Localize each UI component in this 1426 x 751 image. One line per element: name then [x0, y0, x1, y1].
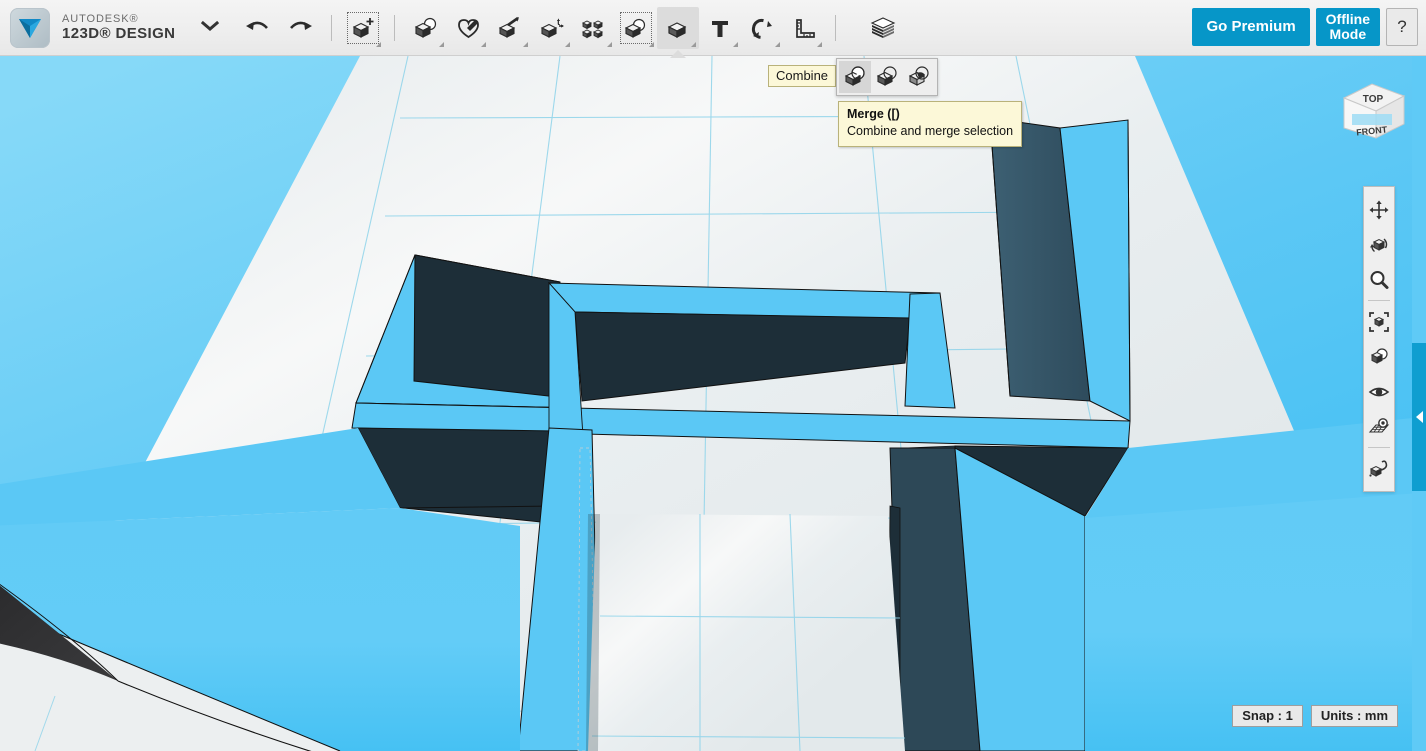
- collapse-left-triangle-icon: [1415, 411, 1423, 423]
- orbit-rotate-icon[interactable]: [1364, 227, 1394, 262]
- right-panel-collapse-handle[interactable]: [1412, 343, 1426, 491]
- combine-group-label: Combine: [768, 65, 837, 87]
- main-tool-group: t: [237, 6, 904, 49]
- viewcube[interactable]: TOP FRONT: [1332, 76, 1412, 152]
- undo-arrow-icon[interactable]: [237, 7, 279, 49]
- toolbar-divider: [1368, 300, 1390, 301]
- toolbar-separator: [331, 14, 333, 41]
- fit-to-view-icon[interactable]: [1364, 304, 1394, 339]
- go-premium-button[interactable]: Go Premium: [1192, 8, 1310, 46]
- pattern-grid-icon[interactable]: [573, 7, 615, 49]
- viewport-3d[interactable]: [0, 56, 1426, 751]
- viewcube-front-label: FRONT: [1356, 124, 1388, 137]
- transform-move-cube-icon[interactable]: [342, 7, 384, 49]
- boolean-subtract-icon[interactable]: [871, 61, 903, 93]
- flyout-arrow-icon: [733, 41, 739, 47]
- flyout-arrow-icon: [691, 41, 697, 47]
- top-toolbar: AUTODESK® 123D® DESIGN t Go Premium Offl…: [0, 0, 1426, 56]
- units-indicator[interactable]: Units : mm: [1310, 705, 1398, 727]
- eye-visibility-icon[interactable]: [1364, 374, 1394, 409]
- toolbar-separator: [394, 14, 396, 41]
- grid-plane-icon[interactable]: [1364, 409, 1394, 444]
- redo-arrow-icon[interactable]: [279, 7, 321, 49]
- brand-area[interactable]: AUTODESK® 123D® DESIGN: [0, 7, 220, 48]
- tooltip-description: Combine and merge selection: [847, 123, 1014, 138]
- magnet-snap-icon[interactable]: [741, 7, 783, 49]
- magnifier-zoom-icon[interactable]: [1364, 262, 1394, 297]
- flyout-arrow-icon: [481, 41, 487, 47]
- snap-indicator[interactable]: Snap : 1: [1232, 705, 1303, 727]
- account-actions: Go Premium Offline Mode ?: [1192, 8, 1418, 46]
- toolbar-separator: [835, 14, 837, 41]
- boolean-intersect-icon[interactable]: [903, 61, 935, 93]
- material-paint-icon[interactable]: [1364, 451, 1394, 486]
- viewcube-top-label: TOP: [1363, 94, 1384, 105]
- brand-bottom-line: 123D® DESIGN: [62, 25, 176, 43]
- help-button[interactable]: ?: [1386, 8, 1418, 46]
- viewcube-graphic: TOP FRONT: [1342, 83, 1406, 139]
- construct-extrude-icon[interactable]: [489, 7, 531, 49]
- combine-boolean-icon[interactable]: [657, 6, 700, 49]
- flyout-arrow-icon: [376, 41, 382, 47]
- flyout-arrow-icon: [817, 41, 823, 47]
- offline-mode-button[interactable]: Offline Mode: [1315, 8, 1380, 46]
- shaded-cube-icon[interactable]: [1364, 339, 1394, 374]
- toolbar-divider: [1368, 447, 1390, 448]
- status-bar: Snap : 1 Units : mm: [1232, 705, 1398, 727]
- materials-stack-icon[interactable]: [862, 7, 904, 49]
- autodesk-123d-logo-icon[interactable]: [10, 7, 50, 48]
- navigation-toolbar[interactable]: [1363, 186, 1395, 492]
- flyout-arrow-icon: [775, 41, 781, 47]
- modify-cube-icon[interactable]: t: [531, 7, 573, 49]
- boolean-merge-icon[interactable]: [839, 61, 871, 93]
- flyout-arrow-icon: [607, 41, 613, 47]
- pan-four-arrows-icon[interactable]: [1364, 192, 1394, 227]
- combine-flyout-panel[interactable]: [836, 58, 938, 96]
- tooltip-title: Merge ([): [847, 107, 900, 121]
- grouping-icon[interactable]: [615, 7, 657, 49]
- scene-render: [0, 56, 1426, 751]
- flyout-arrow-icon: [565, 41, 571, 47]
- primitive-shapes-icon[interactable]: [405, 7, 447, 49]
- flyout-arrow-icon: [649, 41, 655, 47]
- sketch-pencil-icon[interactable]: [447, 7, 489, 49]
- brand-text: AUTODESK® 123D® DESIGN: [62, 13, 175, 43]
- merge-tooltip: Merge ([) Combine and merge selection: [838, 101, 1023, 147]
- ruler-measure-icon[interactable]: [783, 7, 825, 49]
- text-t-icon[interactable]: [699, 7, 741, 49]
- flyout-arrow-icon: [439, 41, 445, 47]
- flyout-arrow-icon: [523, 41, 529, 47]
- brand-top-line: AUTODESK®: [62, 12, 139, 25]
- chevron-down-icon[interactable]: [201, 19, 220, 37]
